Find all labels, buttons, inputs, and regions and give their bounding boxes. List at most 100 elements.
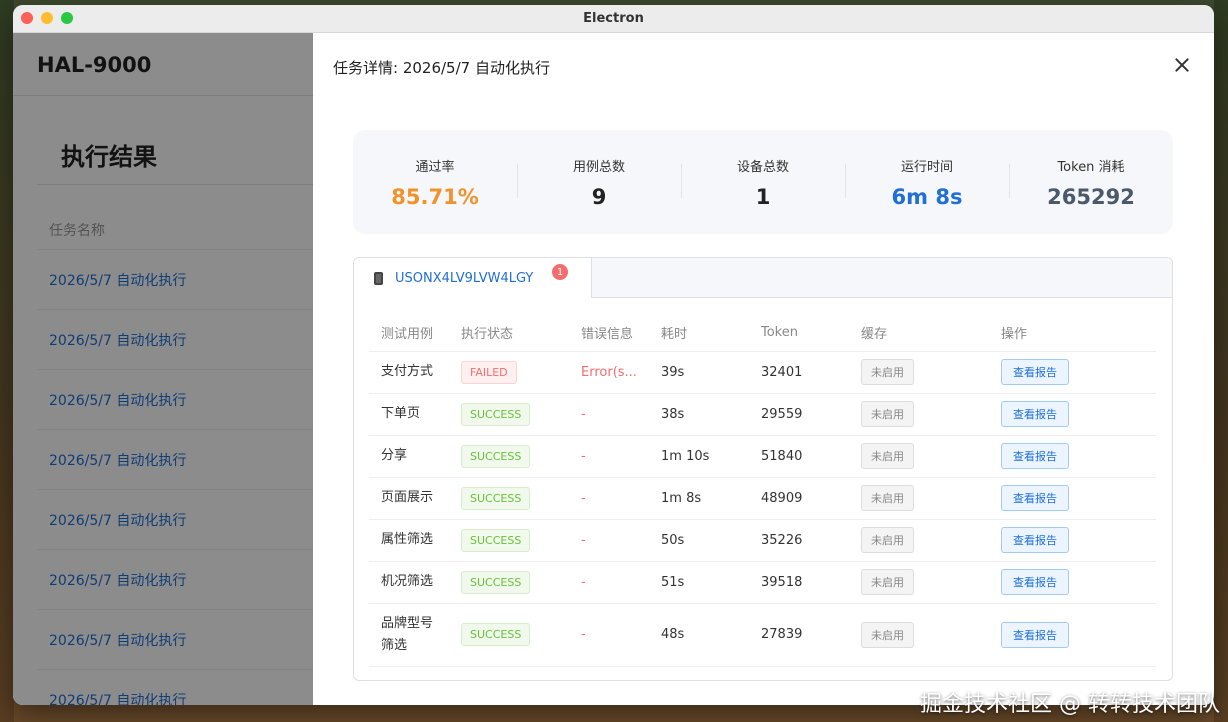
error-message: - [581, 406, 586, 422]
cache-status-tag: 未启用 [861, 443, 914, 469]
table-row: 属性筛选 SUCCESS - 50s 35226 未启用 查看报告 [369, 519, 1156, 562]
duration: 48s [649, 603, 749, 667]
token-count: 39518 [749, 561, 849, 604]
stat-value: 9 [591, 184, 607, 209]
view-report-button[interactable]: 查看报告 [1001, 621, 1069, 648]
window-controls [21, 12, 73, 24]
token-count: 51840 [749, 435, 849, 478]
column-header: 操作 [989, 315, 1156, 352]
error-message: - [581, 627, 586, 642]
stat-label: 用例总数 [572, 159, 625, 175]
stat-pass-rate: 通过率 85.71% [353, 156, 517, 209]
cache-status-tag: 未启用 [861, 569, 914, 595]
minimize-window-button[interactable] [41, 12, 53, 24]
case-name: 机况筛选 [381, 574, 434, 589]
error-message: - [581, 490, 586, 506]
watermark: 掘金技术社区 @ 转转技术团队 [920, 692, 1220, 717]
column-header: 耗时 [649, 315, 749, 352]
stat-device-count: 设备总数 1 [681, 156, 845, 209]
case-name: 品牌型号筛选 [381, 615, 434, 653]
stat-value: 1 [755, 184, 771, 209]
cache-status-tag: 未启用 [861, 485, 914, 511]
token-count: 32401 [749, 351, 849, 394]
stat-value: 265292 [1047, 184, 1135, 209]
view-report-button[interactable]: 查看报告 [1001, 485, 1069, 511]
window-content: HAL-9000 执行结果 任务名称 2026/5/7 自动化执行 2026/5… [13, 33, 1214, 705]
duration: 1m 8s [649, 477, 749, 520]
drawer-mask[interactable] [13, 33, 313, 705]
zoom-window-button[interactable] [61, 12, 73, 24]
cache-status-tag: 未启用 [861, 621, 914, 648]
table-row: 下单页 SUCCESS - 38s 29559 未启用 查看报告 [369, 393, 1156, 436]
token-count: 29559 [749, 393, 849, 436]
status-badge: SUCCESS [461, 570, 531, 594]
cache-status-tag: 未启用 [861, 359, 914, 385]
column-header: Token [749, 315, 849, 352]
status-badge: SUCCESS [461, 528, 531, 552]
stat-value: 6m 8s [891, 184, 963, 209]
error-message: - [581, 448, 586, 464]
stat-label: Token 消耗 [1057, 159, 1125, 175]
duration: 50s [649, 519, 749, 562]
table-row: 支付方式 FAILED Error(s... 39s 32401 未启用 查看报… [369, 351, 1156, 394]
table-row: 机况筛选 SUCCESS - 51s 39518 未启用 查看报告 [369, 561, 1156, 604]
stat-label: 运行时间 [900, 159, 953, 175]
window-title: Electron [583, 11, 644, 26]
case-name: 支付方式 [381, 364, 434, 379]
device-tab-label: USONX4LV9LVW4LGY [395, 270, 534, 286]
phone-icon [374, 271, 383, 285]
view-report-button[interactable]: 查看报告 [1001, 443, 1069, 469]
desktop-background-right [1214, 0, 1228, 722]
column-header: 缓存 [849, 315, 989, 352]
failure-count-badge: 1 [552, 264, 568, 280]
status-badge: SUCCESS [461, 444, 531, 468]
error-message[interactable]: Error(s... [581, 365, 637, 380]
view-report-button[interactable]: 查看报告 [1001, 527, 1069, 553]
column-header: 测试用例 [369, 315, 449, 352]
close-window-button[interactable] [21, 12, 33, 24]
app-window: Electron HAL-9000 执行结果 任务名称 2026/5/7 自动化… [13, 5, 1214, 705]
desktop-background-left [0, 0, 14, 722]
cache-status-tag: 未启用 [861, 401, 914, 427]
stat-run-time: 运行时间 6m 8s [845, 156, 1009, 209]
stat-case-count: 用例总数 9 [517, 156, 681, 209]
token-count: 35226 [749, 519, 849, 562]
error-message: - [581, 574, 586, 590]
case-name: 页面展示 [381, 490, 434, 505]
duration: 51s [649, 561, 749, 604]
device-tab-bar: USONX4LV9LVW4LGY 1 [354, 258, 1172, 298]
case-name: 下单页 [381, 406, 421, 421]
case-name: 属性筛选 [381, 532, 434, 547]
view-report-button[interactable]: 查看报告 [1001, 401, 1069, 427]
duration: 38s [649, 393, 749, 436]
case-name: 分享 [381, 448, 408, 463]
table-row: 分享 SUCCESS - 1m 10s 51840 未启用 查看报告 [369, 435, 1156, 478]
token-count: 48909 [749, 477, 849, 520]
view-report-button[interactable]: 查看报告 [1001, 359, 1069, 385]
table-row: 品牌型号筛选 SUCCESS - 48s 27839 未启用 查看报告 [369, 603, 1156, 667]
status-badge: FAILED [461, 360, 517, 384]
table-header-row: 测试用例 执行状态 错误信息 耗时 Token 缓存 操作 [369, 315, 1156, 352]
stat-label: 设备总数 [736, 159, 789, 175]
stats-summary: 通过率 85.71% 用例总数 9 设备总数 1 运行时间 6m 8s Toke… [353, 130, 1173, 234]
table-row: 页面展示 SUCCESS - 1m 8s 48909 未启用 查看报告 [369, 477, 1156, 520]
column-header: 执行状态 [449, 315, 569, 352]
token-count: 27839 [749, 603, 849, 667]
status-badge: SUCCESS [461, 623, 531, 646]
case-results-table: 测试用例 执行状态 错误信息 耗时 Token 缓存 操作 支付方式 FAILE [369, 315, 1156, 667]
stat-token-usage: Token 消耗 265292 [1009, 156, 1173, 209]
stat-value: 85.71% [391, 184, 479, 209]
drawer-title: 任务详情: 2026/5/7 自动化执行 [333, 59, 550, 77]
cache-status-tag: 未启用 [861, 527, 914, 553]
device-results-panel: USONX4LV9LVW4LGY 1 测试用例 执行状态 错误信息 耗时 Tok… [353, 257, 1173, 681]
error-message: - [581, 532, 586, 548]
status-badge: SUCCESS [461, 402, 531, 426]
view-report-button[interactable]: 查看报告 [1001, 569, 1069, 595]
stat-label: 通过率 [415, 159, 455, 175]
duration: 1m 10s [649, 435, 749, 478]
close-icon[interactable] [1172, 55, 1192, 75]
duration: 39s [649, 351, 749, 394]
column-header: 错误信息 [569, 315, 649, 352]
status-badge: SUCCESS [461, 486, 531, 510]
title-bar: Electron [13, 5, 1214, 33]
